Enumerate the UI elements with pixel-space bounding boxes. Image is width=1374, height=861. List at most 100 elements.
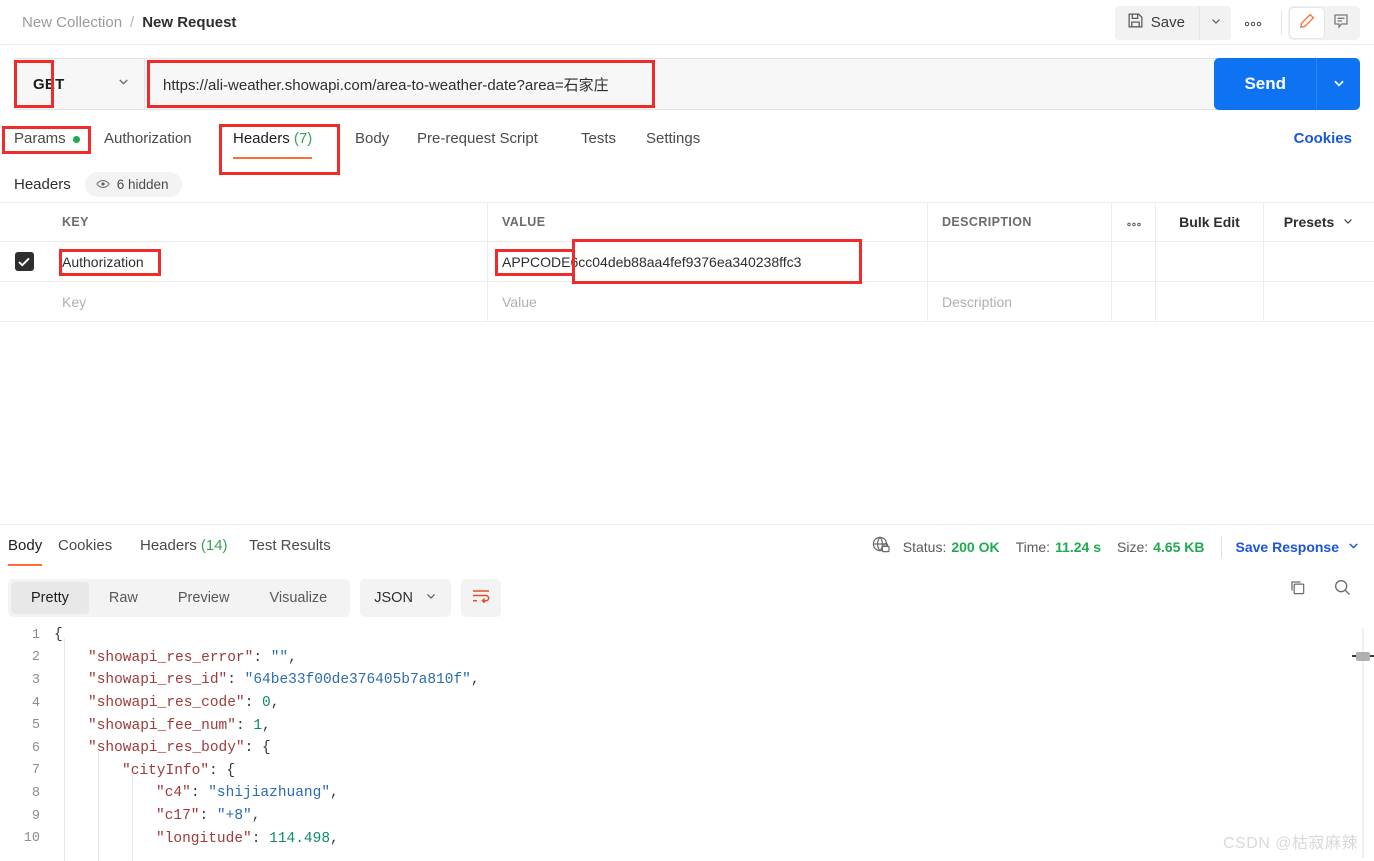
size-group: Size: 4.65 KB <box>1117 539 1204 555</box>
row-spacer-dots <box>1112 242 1156 281</box>
comment-button[interactable] <box>1324 8 1358 38</box>
code-token: { <box>226 762 236 779</box>
code-token: "showapi_res_error" <box>88 649 254 666</box>
save-response-button[interactable]: Save Response <box>1236 539 1361 555</box>
tab-label: Authorization <box>104 130 192 147</box>
copy-button[interactable] <box>1288 578 1307 600</box>
request-tab-headers[interactable]: Headers (7) <box>233 128 313 159</box>
breadcrumb-request[interactable]: New Request <box>142 14 236 31</box>
cookies-link[interactable]: Cookies <box>1294 130 1352 147</box>
response-tab-cookies[interactable]: Cookies <box>58 535 112 566</box>
request-tab-authorization[interactable]: Authorization <box>104 128 192 159</box>
empty-row-value-input[interactable]: Value <box>488 282 928 321</box>
row-description-input[interactable] <box>928 242 1112 281</box>
url-input[interactable]: https://ali-weather.showapi.com/area-to-… <box>144 58 1229 110</box>
code-token: "+8" <box>216 808 252 825</box>
bulk-edit-button[interactable]: Bulk Edit <box>1156 203 1264 241</box>
row-spacer-bulk <box>1156 242 1264 281</box>
tab-underline <box>233 157 313 159</box>
tab-label: Body <box>355 130 390 147</box>
code-line: 10 "longitude": 114.498, <box>0 827 1374 850</box>
code-token: "showapi_fee_num" <box>88 717 236 734</box>
line-number: 3 <box>31 672 40 688</box>
empty-row-spacer-dots <box>1112 282 1156 321</box>
save-button[interactable]: Save <box>1114 5 1199 40</box>
body-view-pretty[interactable]: Pretty <box>11 582 89 614</box>
tab-count: (7) <box>289 130 313 147</box>
response-tab-test-results[interactable]: Test Results <box>249 535 331 566</box>
code-token: "showapi_res_body" <box>88 740 245 757</box>
empty-row-key-input[interactable]: Key <box>48 282 488 321</box>
row-checkbox[interactable] <box>14 252 34 271</box>
body-format-label: JSON <box>374 590 413 606</box>
code-token: : <box>244 740 263 757</box>
globe-lock-icon <box>871 535 891 558</box>
code-token: "longitude" <box>156 830 252 847</box>
body-view-switcher: Pretty Raw Preview Visualize <box>8 579 351 617</box>
row-value-input[interactable]: APPCODE 6cc04deb88aa4fef9376ea340238ffc3 <box>488 242 928 281</box>
body-view-raw[interactable]: Raw <box>89 582 158 614</box>
request-tabs: Params Authorization Headers (7) Body Pre-re… <box>0 120 1374 162</box>
response-tab-headers[interactable]: Headers (14) <box>140 535 228 566</box>
body-view-preview[interactable]: Preview <box>158 582 250 614</box>
request-tab-body[interactable]: Body <box>355 128 389 159</box>
line-number: 7 <box>31 763 40 779</box>
save-button-label: Save <box>1150 14 1185 31</box>
comment-icon <box>1332 12 1350 33</box>
line-number: 10 <box>23 831 40 847</box>
code-text: { <box>54 627 63 643</box>
edit-mode-button[interactable] <box>1290 7 1324 38</box>
presets-button[interactable]: Presets <box>1264 203 1374 241</box>
column-header-description: DESCRIPTION <box>928 203 1112 241</box>
code-token: "" <box>270 649 289 666</box>
empty-row-description-input[interactable]: Description <box>928 282 1112 321</box>
chevron-down-icon <box>1332 76 1346 93</box>
body-format-selector[interactable]: JSON <box>360 579 451 617</box>
code-text: "longitude": 114.498, <box>54 831 339 847</box>
word-wrap-button[interactable] <box>460 579 501 617</box>
send-button[interactable]: Send <box>1214 58 1316 110</box>
postman-window: New Collection / New Request Save GET ht… <box>0 0 1374 861</box>
code-token: , <box>270 695 280 712</box>
body-view-visualize[interactable]: Visualize <box>249 582 347 614</box>
row-key-input[interactable]: Authorization <box>48 242 488 281</box>
time-label: Time: <box>1015 538 1051 555</box>
code-token: : <box>253 649 271 666</box>
send-options-button[interactable] <box>1316 58 1360 110</box>
save-options-button[interactable] <box>1199 5 1231 40</box>
hidden-headers-count: 6 hidden <box>116 176 169 192</box>
code-scrollbar-track[interactable] <box>1362 628 1364 858</box>
response-divider <box>0 524 1374 525</box>
row-spacer-presets <box>1264 242 1374 281</box>
request-tab-pre-request-script[interactable]: Pre-request Script <box>417 128 538 159</box>
table-more-button[interactable] <box>1112 203 1156 241</box>
request-tab-tests[interactable]: Tests <box>581 128 616 159</box>
hidden-headers-toggle[interactable]: 6 hidden <box>84 171 182 197</box>
time-value: 11.24 s <box>1055 538 1102 555</box>
breadcrumb-collection[interactable]: New Collection <box>22 14 122 31</box>
line-number: 2 <box>31 650 40 666</box>
size-value: 4.65 KB <box>1153 538 1205 555</box>
response-body-code[interactable]: 1{2 "showapi_res_error": "", 3 "showapi_res… <box>0 624 1374 861</box>
search-button[interactable] <box>1333 578 1352 600</box>
request-tab-settings[interactable]: Settings <box>646 128 700 159</box>
more-actions-button[interactable] <box>1231 6 1275 40</box>
empty-row-spacer-bulk <box>1156 282 1264 321</box>
top-bar: New Collection / New Request Save <box>0 0 1374 45</box>
code-token: "showapi_res_id" <box>88 672 228 689</box>
status-group: Status: 200 OK <box>903 539 1000 555</box>
line-number: 8 <box>31 785 40 801</box>
tab-label: Body <box>8 537 43 554</box>
table-header-row: KEY VALUE DESCRIPTION Bulk Edit Presets <box>0 202 1374 242</box>
response-tab-body[interactable]: Body <box>8 535 43 566</box>
request-tab-params[interactable]: Params <box>14 128 80 159</box>
response-body-tools <box>1288 578 1352 600</box>
http-method-selector[interactable]: GET <box>14 58 144 110</box>
tab-count: (14) <box>196 537 228 554</box>
code-scrollbar-thumb[interactable] <box>1356 652 1370 661</box>
code-text: "c4": "shijiazhuang", <box>54 785 339 801</box>
code-token: "c4" <box>156 785 191 802</box>
empty-row-checkbox-cell <box>0 282 48 321</box>
chevron-down-icon <box>1342 214 1354 230</box>
request-url-row: GET https://ali-weather.showapi.com/area… <box>0 58 1374 110</box>
